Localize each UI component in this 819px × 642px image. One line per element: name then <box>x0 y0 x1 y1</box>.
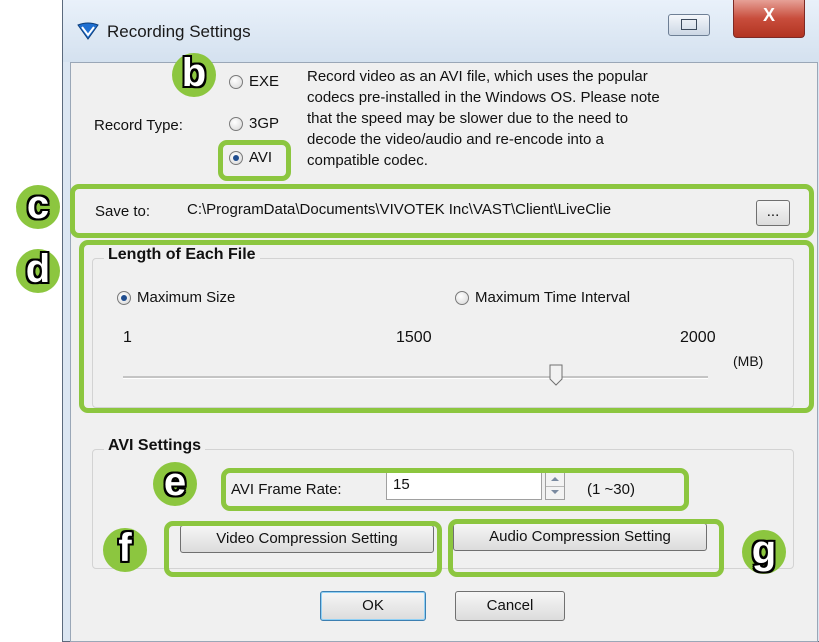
record-type-label: Record Type: <box>94 117 183 134</box>
radio-exe-label[interactable]: EXE <box>249 73 279 90</box>
highlight-save-to <box>70 184 814 238</box>
restore-button[interactable] <box>668 14 710 36</box>
highlight-audio-compression <box>448 519 724 577</box>
close-button[interactable]: X <box>733 0 805 38</box>
radio-3gp[interactable] <box>229 117 243 131</box>
radio-exe[interactable] <box>229 75 243 89</box>
app-icon <box>77 22 99 40</box>
description-line: decode the video/audio and re-encode int… <box>307 131 604 148</box>
avi-group-title: AVI Settings <box>104 437 206 455</box>
badge-f: f <box>103 528 147 572</box>
description-line: codecs pre-installed in the Windows OS. … <box>307 89 660 106</box>
badge-b: b <box>172 53 216 97</box>
restore-icon <box>681 19 697 30</box>
badge-c: c <box>16 185 60 229</box>
badge-g: g <box>742 530 786 574</box>
ok-button[interactable]: OK <box>320 591 426 621</box>
badge-e: e <box>153 462 197 506</box>
highlight-frame-rate <box>221 468 689 511</box>
title-bar[interactable]: Recording Settings X <box>63 0 819 62</box>
window-title: Recording Settings <box>107 22 251 41</box>
badge-d: d <box>16 249 60 293</box>
highlight-avi-option <box>218 140 291 181</box>
description-line: that the speed may be slower due to the … <box>307 110 629 127</box>
description-line: Record video as an AVI file, which uses … <box>307 68 648 85</box>
record-type-description: Record video as an AVI file, which uses … <box>307 66 660 171</box>
radio-3gp-label[interactable]: 3GP <box>249 115 279 132</box>
highlight-length-of-file <box>79 240 814 413</box>
close-icon: X <box>762 5 775 25</box>
highlight-video-compression <box>164 521 442 577</box>
description-line: compatible codec. <box>307 152 428 169</box>
cancel-button[interactable]: Cancel <box>455 591 565 621</box>
